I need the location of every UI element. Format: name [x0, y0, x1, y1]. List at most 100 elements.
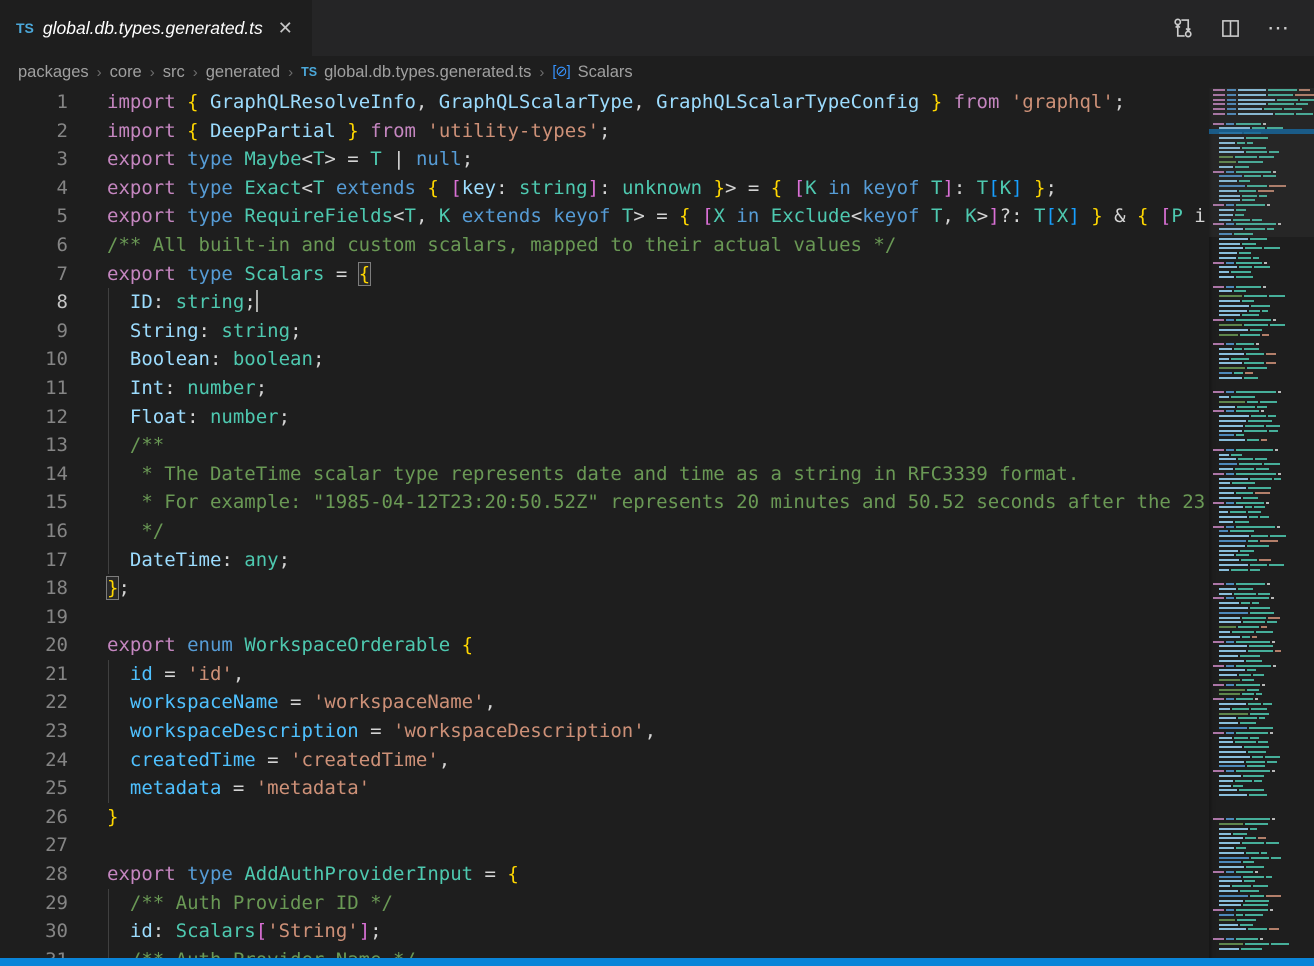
code-text[interactable] [68, 603, 107, 632]
code-text[interactable]: Boolean: boolean; [68, 345, 324, 374]
code-text[interactable]: id: Scalars['String']; [68, 917, 382, 946]
code-line-2[interactable]: 2import { DeepPartial } from 'utility-ty… [0, 117, 1209, 146]
code-line-30[interactable]: 30 id: Scalars['String']; [0, 917, 1209, 946]
line-number[interactable]: 8 [0, 288, 68, 317]
line-number[interactable]: 27 [0, 831, 68, 860]
code-text[interactable]: /** Auth Provider Name */ [68, 946, 416, 958]
code-text[interactable]: export type Maybe<T> = T | null; [68, 145, 473, 174]
line-number[interactable]: 21 [0, 660, 68, 689]
code-text[interactable]: * The DateTime scalar type represents da… [68, 460, 1079, 489]
minimap[interactable] [1209, 88, 1314, 958]
code-line-29[interactable]: 29 /** Auth Provider ID */ [0, 889, 1209, 918]
line-number[interactable]: 28 [0, 860, 68, 889]
line-number[interactable]: 25 [0, 774, 68, 803]
code-text[interactable]: id = 'id', [68, 660, 244, 689]
line-number[interactable]: 20 [0, 631, 68, 660]
code-line-10[interactable]: 10 Boolean: boolean; [0, 345, 1209, 374]
code-text[interactable]: Float: number; [68, 403, 290, 432]
code-line-11[interactable]: 11 Int: number; [0, 374, 1209, 403]
code-line-4[interactable]: 4export type Exact<T extends { [key: str… [0, 174, 1209, 203]
code-line-20[interactable]: 20export enum WorkspaceOrderable { [0, 631, 1209, 660]
code-line-25[interactable]: 25 metadata = 'metadata' [0, 774, 1209, 803]
line-number[interactable]: 18 [0, 574, 68, 603]
code-text[interactable]: } [68, 803, 118, 832]
split-editor-icon[interactable] [1220, 18, 1241, 39]
line-number[interactable]: 17 [0, 546, 68, 575]
code-line-26[interactable]: 26} [0, 803, 1209, 832]
line-number[interactable]: 16 [0, 517, 68, 546]
code-line-8[interactable]: 8 ID: string; [0, 288, 1209, 317]
open-changes-icon[interactable] [1172, 17, 1194, 39]
code-text[interactable]: import { GraphQLResolveInfo, GraphQLScal… [68, 88, 1125, 117]
code-line-18[interactable]: 18}; [0, 574, 1209, 603]
code-line-16[interactable]: 16 */ [0, 517, 1209, 546]
code-line-17[interactable]: 17 DateTime: any; [0, 546, 1209, 575]
line-number[interactable]: 13 [0, 431, 68, 460]
breadcrumb-item-file[interactable]: global.db.types.generated.ts [324, 63, 531, 82]
breadcrumb-item-symbol-scalars[interactable]: Scalars [578, 63, 633, 82]
line-number[interactable]: 26 [0, 803, 68, 832]
code-line-28[interactable]: 28export type AddAuthProviderInput = { [0, 860, 1209, 889]
code-line-22[interactable]: 22 workspaceName = 'workspaceName', [0, 688, 1209, 717]
code-line-5[interactable]: 5export type RequireFields<T, K extends … [0, 202, 1209, 231]
line-number[interactable]: 9 [0, 317, 68, 346]
line-number[interactable]: 1 [0, 88, 68, 117]
code-line-7[interactable]: 7export type Scalars = { [0, 260, 1209, 289]
code-text[interactable]: workspaceDescription = 'workspaceDescrip… [68, 717, 656, 746]
line-number[interactable]: 5 [0, 202, 68, 231]
minimap-slider[interactable] [1209, 88, 1314, 237]
line-number[interactable]: 29 [0, 889, 68, 918]
line-number[interactable]: 7 [0, 260, 68, 289]
code-line-23[interactable]: 23 workspaceDescription = 'workspaceDesc… [0, 717, 1209, 746]
code-line-1[interactable]: 1import { GraphQLResolveInfo, GraphQLSca… [0, 88, 1209, 117]
code-text[interactable]: /** [68, 431, 164, 460]
code-line-21[interactable]: 21 id = 'id', [0, 660, 1209, 689]
code-line-27[interactable]: 27 [0, 831, 1209, 860]
code-text[interactable]: export type RequireFields<T, K extends k… [68, 202, 1206, 231]
breadcrumb-item-packages[interactable]: packages [18, 63, 89, 82]
line-number[interactable]: 10 [0, 345, 68, 374]
code-text[interactable]: DateTime: any; [68, 546, 290, 575]
line-number[interactable]: 3 [0, 145, 68, 174]
code-text[interactable]: import { DeepPartial } from 'utility-typ… [68, 117, 610, 146]
code-line-14[interactable]: 14 * The DateTime scalar type represents… [0, 460, 1209, 489]
line-number[interactable]: 2 [0, 117, 68, 146]
line-number[interactable]: 31 [0, 946, 68, 958]
more-actions-icon[interactable]: ⋯ [1267, 15, 1290, 41]
tab-global-db-types-generated[interactable]: TS global.db.types.generated.ts ✕ [0, 0, 312, 56]
code-text[interactable]: ID: string; [68, 288, 258, 317]
code-text[interactable]: export enum WorkspaceOrderable { [68, 631, 473, 660]
line-number[interactable]: 6 [0, 231, 68, 260]
breadcrumb-item-core[interactable]: core [110, 63, 142, 82]
code-area[interactable]: 1import { GraphQLResolveInfo, GraphQLSca… [0, 88, 1209, 958]
line-number[interactable]: 22 [0, 688, 68, 717]
code-text[interactable]: workspaceName = 'workspaceName', [68, 688, 496, 717]
code-text[interactable]: }; [68, 574, 130, 603]
code-text[interactable]: export type AddAuthProviderInput = { [68, 860, 519, 889]
code-line-19[interactable]: 19 [0, 603, 1209, 632]
close-tab-icon[interactable]: ✕ [278, 19, 293, 37]
code-line-24[interactable]: 24 createdTime = 'createdTime', [0, 746, 1209, 775]
line-number[interactable]: 23 [0, 717, 68, 746]
code-line-13[interactable]: 13 /** [0, 431, 1209, 460]
code-line-3[interactable]: 3export type Maybe<T> = T | null; [0, 145, 1209, 174]
code-text[interactable]: String: string; [68, 317, 302, 346]
code-text[interactable] [68, 831, 107, 860]
code-line-12[interactable]: 12 Float: number; [0, 403, 1209, 432]
code-text[interactable]: export type Scalars = { [68, 260, 370, 289]
code-text[interactable]: /** Auth Provider ID */ [68, 889, 393, 918]
code-line-9[interactable]: 9 String: string; [0, 317, 1209, 346]
code-text[interactable]: * For example: "1985-04-12T23:20:50.52Z"… [68, 488, 1205, 517]
status-bar[interactable] [0, 958, 1314, 966]
line-number[interactable]: 14 [0, 460, 68, 489]
line-number[interactable]: 4 [0, 174, 68, 203]
code-text[interactable]: metadata = 'metadata' [68, 774, 370, 803]
code-text[interactable]: export type Exact<T extends { [key: stri… [68, 174, 1057, 203]
breadcrumb-item-src[interactable]: src [163, 63, 185, 82]
line-number[interactable]: 30 [0, 917, 68, 946]
line-number[interactable]: 24 [0, 746, 68, 775]
code-line-6[interactable]: 6/** All built-in and custom scalars, ma… [0, 231, 1209, 260]
line-number[interactable]: 12 [0, 403, 68, 432]
line-number[interactable]: 15 [0, 488, 68, 517]
code-text[interactable]: Int: number; [68, 374, 267, 403]
